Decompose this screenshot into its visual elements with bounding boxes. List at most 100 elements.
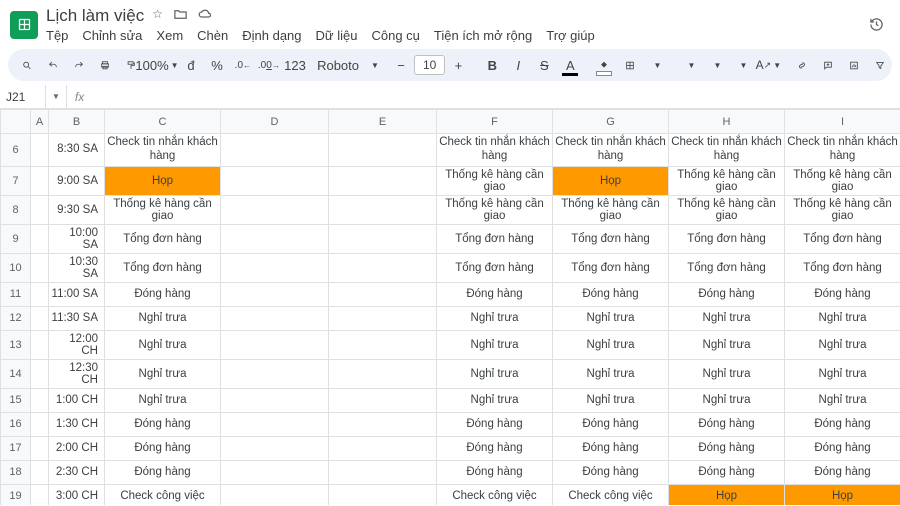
cell[interactable]: Đóng hàng	[105, 412, 221, 436]
column-header[interactable]: A	[31, 110, 49, 134]
row-header[interactable]: 12	[1, 306, 31, 330]
cell[interactable]	[221, 436, 329, 460]
cell[interactable]: Đóng hàng	[553, 460, 669, 484]
menu-edit[interactable]: Chỉnh sửa	[82, 28, 142, 43]
cell[interactable]	[31, 224, 49, 253]
cell[interactable]	[31, 436, 49, 460]
row-header[interactable]: 8	[1, 195, 31, 224]
merge-cells-icon[interactable]: ▼	[645, 53, 667, 77]
zoom-select[interactable]: 100%▼	[146, 53, 168, 77]
cell[interactable]: Thống kê hàng cần giao	[437, 195, 553, 224]
cell[interactable]: Đóng hàng	[669, 412, 785, 436]
cell[interactable]: Đóng hàng	[437, 282, 553, 306]
cell[interactable]: Nghỉ trưa	[669, 330, 785, 359]
text-wrap-icon[interactable]: ▼	[731, 53, 753, 77]
cell[interactable]	[221, 359, 329, 388]
row-header[interactable]: 18	[1, 460, 31, 484]
cell[interactable]	[329, 253, 437, 282]
cell[interactable]: Thống kê hàng cần giao	[785, 166, 900, 195]
format-percent[interactable]: %	[206, 53, 228, 77]
cell[interactable]	[329, 484, 437, 505]
cell[interactable]: Nghỉ trưa	[785, 306, 900, 330]
cell[interactable]: Tổng đơn hàng	[437, 224, 553, 253]
cell[interactable]: 1:00 CH	[49, 388, 105, 412]
cell[interactable]	[329, 134, 437, 167]
spreadsheet-grid[interactable]: ABCDEFGHIJ 68:30 SACheck tin nhắn khách …	[0, 109, 900, 505]
cell[interactable]: 12:00 CH	[49, 330, 105, 359]
cell[interactable]	[221, 460, 329, 484]
cell[interactable]: Nghỉ trưa	[105, 359, 221, 388]
menu-file[interactable]: Tệp	[46, 28, 68, 43]
menu-help[interactable]: Trợ giúp	[546, 28, 595, 43]
cell[interactable]: Tổng đơn hàng	[553, 224, 669, 253]
cell[interactable]: Thống kê hàng cần giao	[785, 195, 900, 224]
cell[interactable]	[329, 166, 437, 195]
cell[interactable]: 2:30 CH	[49, 460, 105, 484]
cell[interactable]	[221, 330, 329, 359]
cell[interactable]	[221, 195, 329, 224]
cell[interactable]: Nghỉ trưa	[669, 388, 785, 412]
cell[interactable]	[329, 388, 437, 412]
cell[interactable]: Nghỉ trưa	[105, 330, 221, 359]
cell[interactable]: Check tin nhắn khách hàng	[669, 134, 785, 167]
name-box[interactable]: J21	[0, 85, 46, 108]
cell[interactable]: Thống kê hàng cần giao	[669, 166, 785, 195]
history-icon[interactable]	[862, 11, 890, 39]
cell[interactable]: Nghỉ trưa	[437, 359, 553, 388]
cell[interactable]	[31, 195, 49, 224]
row-header[interactable]: 6	[1, 134, 31, 167]
column-header[interactable]: F	[437, 110, 553, 134]
row-header[interactable]: 13	[1, 330, 31, 359]
cell[interactable]: Nghỉ trưa	[785, 330, 900, 359]
cell[interactable]: Đóng hàng	[669, 436, 785, 460]
cell[interactable]: Tổng đơn hàng	[553, 253, 669, 282]
bold-button[interactable]: B	[481, 53, 503, 77]
cell[interactable]: Đóng hàng	[105, 460, 221, 484]
cell[interactable]: Nghỉ trưa	[785, 359, 900, 388]
cell[interactable]: Tổng đơn hàng	[785, 253, 900, 282]
cell[interactable]: 3:00 CH	[49, 484, 105, 505]
menu-insert[interactable]: Chèn	[197, 28, 228, 43]
menu-data[interactable]: Dữ liệu	[316, 28, 358, 43]
cell[interactable]: Nghỉ trưa	[437, 306, 553, 330]
cell[interactable]	[31, 166, 49, 195]
print-icon[interactable]	[94, 53, 116, 77]
star-icon[interactable]: ☆	[152, 7, 163, 25]
cell[interactable]: Check công việc	[553, 484, 669, 505]
cell[interactable]: Check tin nhắn khách hàng	[437, 134, 553, 167]
cell[interactable]	[221, 134, 329, 167]
cell[interactable]: Thống kê hàng cần giao	[105, 195, 221, 224]
cell[interactable]	[31, 282, 49, 306]
cell[interactable]	[31, 253, 49, 282]
cell[interactable]	[31, 306, 49, 330]
cell[interactable]: Đóng hàng	[785, 460, 900, 484]
insert-comment-icon[interactable]	[817, 53, 839, 77]
column-header[interactable]: H	[669, 110, 785, 134]
font-select[interactable]: Roboto▼	[318, 53, 378, 77]
cell[interactable]: Nghỉ trưa	[669, 306, 785, 330]
cell[interactable]: Nghỉ trưa	[105, 306, 221, 330]
cell[interactable]: Nghỉ trưa	[437, 388, 553, 412]
cell[interactable]: 11:00 SA	[49, 282, 105, 306]
cell[interactable]	[31, 484, 49, 505]
row-header[interactable]: 11	[1, 282, 31, 306]
cell[interactable]	[31, 359, 49, 388]
row-header[interactable]: 17	[1, 436, 31, 460]
cell[interactable]	[221, 484, 329, 505]
row-header[interactable]: 19	[1, 484, 31, 505]
cell[interactable]: Tổng đơn hàng	[105, 224, 221, 253]
cell[interactable]	[329, 330, 437, 359]
cell[interactable]	[31, 460, 49, 484]
strikethrough-button[interactable]: S	[533, 53, 555, 77]
move-folder-icon[interactable]	[173, 7, 188, 25]
cell[interactable]: Nghỉ trưa	[553, 388, 669, 412]
column-header[interactable]: G	[553, 110, 669, 134]
cell[interactable]	[329, 306, 437, 330]
search-menus-icon[interactable]	[16, 53, 38, 77]
menu-view[interactable]: Xem	[156, 28, 183, 43]
column-header[interactable]: D	[221, 110, 329, 134]
column-header[interactable]: I	[785, 110, 900, 134]
font-size-increase[interactable]: +	[447, 53, 469, 77]
cell[interactable]: Check tin nhắn khách hàng	[553, 134, 669, 167]
cell[interactable]: Check công việc	[105, 484, 221, 505]
